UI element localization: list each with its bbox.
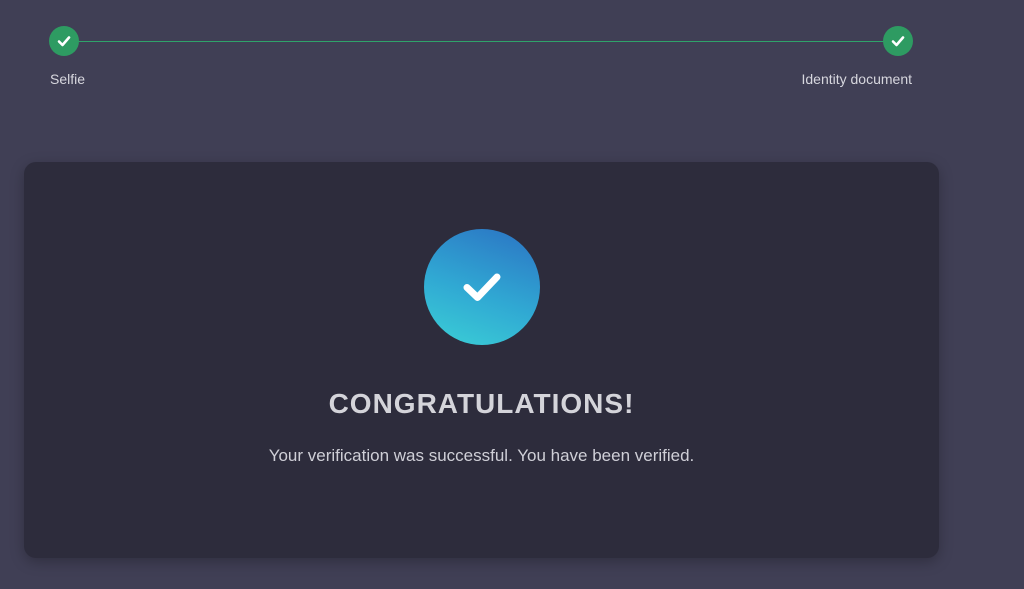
step-identity-document-complete-icon [883,26,913,56]
stepper-progress-line [64,41,898,42]
success-card: CONGRATULATIONS! Your verification was s… [24,162,939,558]
check-icon [891,36,905,47]
success-badge [424,229,540,345]
step-selfie-complete-icon [49,26,79,56]
verification-stepper: Selfie Identity document [0,0,1024,110]
verification-page: Selfie Identity document CONGRATULATIONS… [0,0,1024,589]
step-label-identity-document: Identity document [801,71,912,87]
success-title: CONGRATULATIONS! [328,388,635,419]
check-icon [57,36,71,47]
step-label-selfie: Selfie [50,71,86,87]
success-message: Your verification was successful. You ha… [268,446,695,465]
check-icon [463,273,501,301]
